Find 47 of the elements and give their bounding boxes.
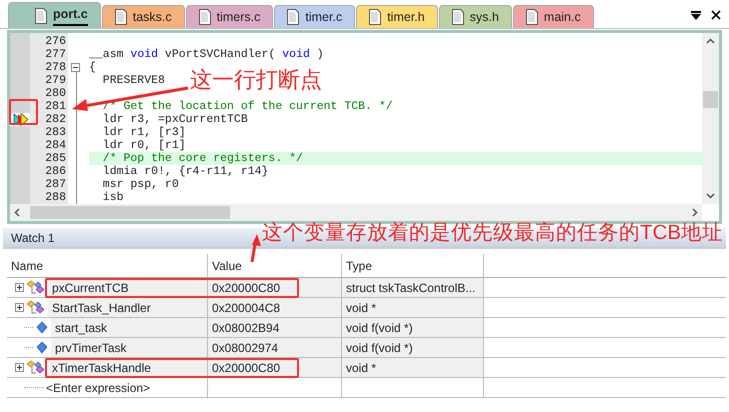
column-header: Type — [342, 254, 484, 278]
line-number: 280 — [44, 87, 66, 100]
type-cell: void * — [342, 298, 484, 318]
type-cell: void f(void *) — [342, 338, 484, 358]
value-cell: 0x08002974 — [208, 338, 342, 358]
line-number: 288 — [44, 191, 66, 204]
line-number: 287 — [44, 178, 66, 191]
expression-entry[interactable]: <Enter expression> — [46, 378, 150, 396]
line-number: 276 — [44, 35, 66, 48]
code-line: ldr r1, [r3] — [102, 126, 186, 139]
value-cell: 0x08002B94 — [208, 318, 342, 338]
file-tab[interactable]: main.c — [512, 5, 594, 28]
code-line: msr psp, r0 — [102, 178, 179, 191]
code-line: __asm void vPortSVCHandler( void ) — [89, 48, 324, 61]
line-number: 282 — [44, 113, 66, 126]
file-tab[interactable]: sys.h — [438, 5, 512, 28]
variable-name[interactable]: prvTimerTask — [51, 338, 207, 357]
code-line: ldmia r0!, {r4-r11, r14} — [102, 165, 268, 178]
type-cell: struct tskTaskControlB... — [342, 278, 484, 298]
type-cell: void * — [342, 358, 484, 378]
line-number: 278 — [44, 61, 66, 74]
annotation-text: 这一行打断点 — [190, 69, 322, 91]
file-tab[interactable]: port.c — [8, 2, 101, 28]
code-line: PRESERVE8 — [102, 74, 165, 87]
line-number: 281 — [44, 100, 66, 113]
annotation-text: 这个变量存放着的是优先级最高的任务的TCB地址 — [262, 223, 723, 244]
code-line: ldr r0, [r1] — [102, 139, 186, 152]
line-number: 286 — [44, 165, 66, 178]
code-line: ldr r3, =pxCurrentTCB — [102, 113, 248, 126]
column-header: Name — [7, 254, 208, 278]
line-number: 283 — [44, 126, 66, 139]
file-tab[interactable]: timers.c — [186, 5, 274, 28]
type-cell: void f(void *) — [342, 318, 484, 338]
variable-name[interactable]: start_task — [51, 318, 207, 337]
column-header: Value — [208, 254, 342, 278]
code-line: /* Pop the core registers. */ — [102, 152, 303, 165]
line-number: 285 — [44, 152, 66, 165]
line-number: 277 — [44, 48, 66, 61]
line-number: 284 — [44, 139, 66, 152]
code-line: isb — [102, 191, 124, 204]
file-tab[interactable]: timer.c — [274, 5, 356, 28]
value-cell: 0x200004C8 — [208, 298, 342, 318]
variable-name[interactable]: StartTask_Handler — [48, 298, 207, 317]
line-number: 279 — [44, 74, 66, 87]
code-line: { — [89, 61, 96, 74]
file-tab[interactable]: tasks.c — [102, 5, 185, 28]
file-tab[interactable]: timer.h — [356, 5, 438, 28]
